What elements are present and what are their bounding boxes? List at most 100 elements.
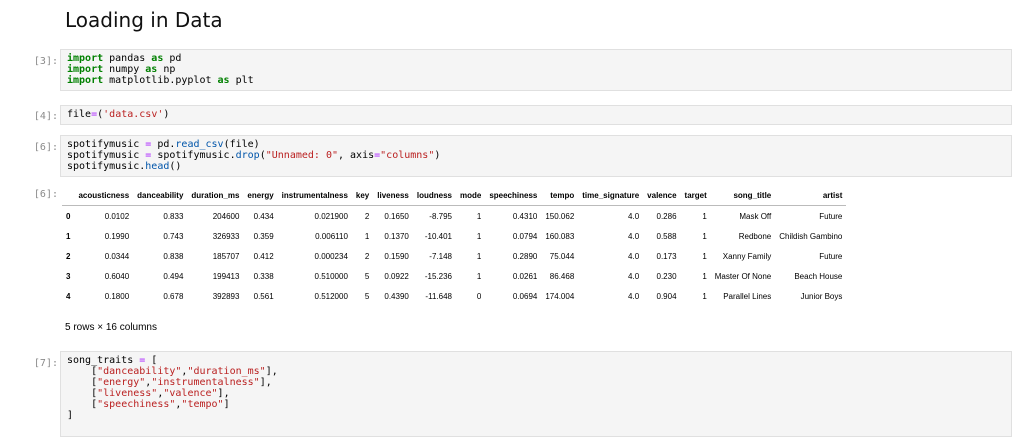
code-token: ] — [223, 399, 230, 410]
table-cell: Future — [819, 251, 843, 261]
table-cell: 1 — [476, 251, 482, 261]
table-header-row: acousticness danceability duration_ms energ… — [62, 185, 847, 206]
table-cell: 160.083 — [545, 231, 575, 241]
column-header: valence — [643, 185, 681, 206]
column-header: artist — [775, 185, 847, 206]
code-token: [ — [67, 377, 98, 388]
table-cell: 0.000234 — [314, 251, 348, 261]
table-row: 0 0.0102 0.833 204600 0.434 0.021900 2 0.1650 -8… — [62, 206, 846, 227]
table-cell: 0.678 — [163, 291, 184, 301]
table-cell: 0.561 — [253, 291, 274, 301]
code-token: ] — [67, 410, 74, 421]
cell-prompt: [6]: — [33, 142, 58, 153]
table-cell: 0.1590 — [384, 251, 409, 261]
column-header: song_title — [710, 185, 776, 206]
table-cell: 0.434 — [253, 211, 274, 221]
table-cell: Parallel Lines — [723, 291, 772, 301]
table-cell: 174.004 — [545, 291, 575, 301]
table-cell: 185707 — [212, 251, 240, 261]
code-cell-file[interactable]: file=('data.csv') — [60, 105, 1012, 125]
code-cell-read-csv[interactable]: spotifymusic = pd.read_csv(file) spotifym… — [60, 135, 1012, 177]
table-cell: 0.0344 — [104, 251, 130, 261]
code-token: "columns" — [380, 150, 435, 161]
code-token: pd — [151, 139, 170, 150]
code-token: "Unnamed: 0" — [265, 150, 338, 161]
table-row: 1 0.1990 0.743 326933 0.359 0.006110 1 0.1370 -1… — [62, 226, 846, 246]
table-cell: 1 — [702, 251, 707, 261]
code-token: pandas — [103, 53, 152, 64]
table-row: 4 0.1800 0.678 392893 0.561 0.512000 5 0.4390 -1… — [62, 286, 846, 306]
table-cell: 0.412 — [253, 251, 274, 261]
code-token: 'data.csv' — [103, 109, 164, 120]
table-cell: 4.0 — [628, 251, 640, 261]
table-cell: 0.743 — [163, 231, 184, 241]
column-header: energy — [243, 185, 278, 206]
code-token: "instrumentalness" — [151, 377, 260, 388]
row-index: 2 — [66, 251, 71, 261]
table-cell: 2 — [364, 251, 370, 261]
code-token: file — [67, 109, 92, 120]
code-token: ], — [217, 388, 230, 399]
code-token: spotifymusic — [151, 150, 230, 161]
table-cell: 150.062 — [545, 211, 575, 221]
table-cell: 326933 — [212, 231, 240, 241]
table-cell: 0.2890 — [512, 251, 538, 261]
column-header: liveness — [373, 185, 413, 206]
table-cell: 0.286 — [656, 211, 677, 221]
code-line: import numpy as np — [67, 64, 1005, 75]
code-token: head — [145, 161, 170, 172]
dataframe-shape: 5 rows × 16 columns — [65, 322, 157, 333]
code-token: matplotlib.pyplot — [103, 75, 218, 86]
code-line: spotifymusic = spotifymusic.drop("Unname… — [67, 150, 1005, 161]
code-token: spotifymusic — [67, 150, 146, 161]
table-cell: 86.468 — [549, 271, 575, 281]
table-cell: Xanny Family — [722, 251, 772, 261]
code-token: spotifymusic — [67, 139, 146, 150]
code-token: [ — [67, 399, 98, 410]
code-cell-song-traits[interactable]: song_traits = [ ["danceability","duratio… — [60, 351, 1012, 437]
code-token: (file) — [223, 139, 260, 150]
table-cell: Redbone — [738, 231, 772, 241]
table-cell: 75.044 — [549, 251, 575, 261]
code-token: "energy" — [97, 377, 146, 388]
table-cell: 0.1800 — [104, 291, 130, 301]
table-row: 3 0.6040 0.494 199413 0.338 0.510000 5 0.0922 -1… — [62, 266, 846, 286]
code-token: [ — [145, 355, 158, 366]
table-cell: 0.230 — [656, 271, 677, 281]
table-cell: -11.648 — [425, 291, 452, 301]
table-cell: 199413 — [212, 271, 240, 281]
table-cell: Future — [819, 211, 843, 221]
table-cell: 0.0794 — [512, 231, 538, 241]
code-line: ["speechiness","tempo"] — [67, 399, 1005, 410]
dataframe-output: acousticness danceability duration_ms energ… — [62, 185, 847, 306]
output-prompt: [6]: — [33, 189, 58, 200]
code-token: "valence" — [163, 388, 218, 399]
code-token: import — [67, 64, 104, 75]
code-line: file=('data.csv') — [67, 109, 1005, 120]
code-cell-imports[interactable]: import pandas as pd import numpy as np imp… — [60, 49, 1012, 91]
table-cell: 5 — [364, 291, 370, 301]
table-cell: 0.338 — [253, 271, 274, 281]
table-cell: 0.0694 — [512, 291, 538, 301]
code-line: import matplotlib.pyplot as plt — [67, 75, 1005, 86]
column-header: acousticness — [74, 185, 134, 206]
notebook-heading: Loading in Data — [65, 8, 223, 32]
code-token: "speechiness" — [97, 399, 176, 410]
code-token: "duration_ms" — [187, 366, 266, 377]
code-token: as — [145, 64, 158, 75]
table-cell: Beach House — [794, 271, 843, 281]
code-line: spotifymusic = pd.read_csv(file) — [67, 139, 1005, 150]
code-token: song_traits — [67, 355, 140, 366]
table-cell: 0.4310 — [512, 211, 538, 221]
code-token: import — [67, 53, 104, 64]
code-token: () — [169, 161, 182, 172]
table-cell: 1 — [702, 291, 707, 301]
table-cell: 5 — [364, 271, 370, 281]
table-cell: 4.0 — [628, 271, 640, 281]
code-token: import — [67, 75, 104, 86]
table-cell: 0.1990 — [104, 231, 130, 241]
column-header: loudness — [412, 185, 456, 206]
table-cell: 0.6040 — [104, 271, 130, 281]
code-token: spotifymusic — [67, 161, 140, 172]
code-token: ) — [434, 150, 441, 161]
